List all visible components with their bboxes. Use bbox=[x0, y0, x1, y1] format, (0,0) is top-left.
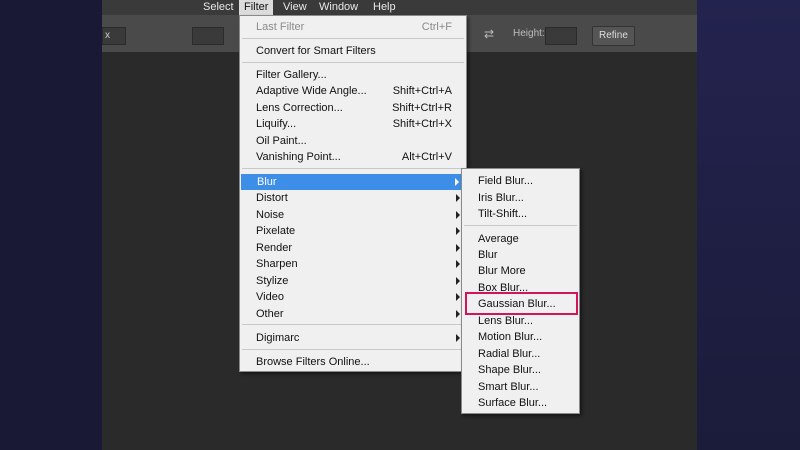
menu-view[interactable]: View bbox=[278, 0, 312, 15]
menu-item-filter-gallery[interactable]: Filter Gallery... bbox=[240, 67, 466, 83]
menu-item-pixelate[interactable]: Pixelate bbox=[240, 223, 466, 239]
menu-item-sharpen[interactable]: Sharpen bbox=[240, 256, 466, 272]
background-left bbox=[0, 0, 102, 450]
height-label: Height: bbox=[513, 28, 545, 39]
menu-item-oil-paint[interactable]: Oil Paint... bbox=[240, 133, 466, 149]
menu-separator bbox=[464, 225, 577, 226]
menu-item-distort[interactable]: Distort bbox=[240, 190, 466, 206]
menu-item-stylize[interactable]: Stylize bbox=[240, 273, 466, 289]
submenu-arrow-icon bbox=[456, 277, 460, 285]
menu-item-liquify[interactable]: Liquify... Shift+Ctrl+X bbox=[240, 116, 466, 132]
menu-select[interactable]: Select bbox=[198, 0, 239, 15]
width-field[interactable]: x bbox=[102, 27, 126, 45]
submenu-item-average[interactable]: Average bbox=[462, 231, 579, 247]
submenu-item-smart-blur[interactable]: Smart Blur... bbox=[462, 379, 579, 395]
submenu-arrow-icon bbox=[456, 244, 460, 252]
blur-submenu: Field Blur... Iris Blur... Tilt-Shift...… bbox=[461, 168, 580, 414]
submenu-item-shape-blur[interactable]: Shape Blur... bbox=[462, 362, 579, 378]
submenu-arrow-icon bbox=[456, 227, 460, 235]
background-right bbox=[697, 0, 800, 450]
menu-item-blur[interactable]: Blur bbox=[241, 174, 465, 190]
swap-icon[interactable]: ⇄ bbox=[484, 27, 494, 41]
menu-item-adaptive-wide-angle[interactable]: Adaptive Wide Angle... Shift+Ctrl+A bbox=[240, 83, 466, 99]
filter-menu: Last Filter Ctrl+F Convert for Smart Fil… bbox=[239, 15, 467, 372]
menu-separator bbox=[242, 324, 464, 325]
submenu-arrow-icon bbox=[456, 334, 460, 342]
submenu-item-blur-more[interactable]: Blur More bbox=[462, 263, 579, 279]
submenu-arrow-icon bbox=[456, 260, 460, 268]
submenu-item-blur[interactable]: Blur bbox=[462, 247, 579, 263]
submenu-item-iris-blur[interactable]: Iris Blur... bbox=[462, 190, 579, 206]
menu-item-browse-filters-online[interactable]: Browse Filters Online... bbox=[240, 354, 466, 370]
menu-item-noise[interactable]: Noise bbox=[240, 207, 466, 223]
menu-window[interactable]: Window bbox=[314, 0, 363, 15]
menu-bar: Select Filter View Window Help bbox=[102, 0, 697, 15]
menu-separator bbox=[242, 168, 464, 169]
submenu-item-field-blur[interactable]: Field Blur... bbox=[462, 173, 579, 189]
annotation-highlight-box bbox=[465, 292, 578, 315]
options-field[interactable] bbox=[192, 27, 224, 45]
menu-item-vanishing-point[interactable]: Vanishing Point... Alt+Ctrl+V bbox=[240, 149, 466, 165]
submenu-arrow-icon bbox=[456, 194, 460, 202]
submenu-item-tilt-shift[interactable]: Tilt-Shift... bbox=[462, 206, 579, 222]
submenu-item-radial-blur[interactable]: Radial Blur... bbox=[462, 346, 579, 362]
menu-item-convert-smart-filters[interactable]: Convert for Smart Filters bbox=[240, 43, 466, 59]
menu-item-last-filter: Last Filter Ctrl+F bbox=[256, 21, 452, 33]
menu-item-other[interactable]: Other bbox=[240, 306, 466, 322]
submenu-arrow-icon bbox=[456, 310, 460, 318]
menu-separator bbox=[242, 38, 464, 39]
menu-filter[interactable]: Filter bbox=[239, 0, 274, 15]
submenu-arrow-icon bbox=[456, 211, 460, 219]
menu-item-digimarc[interactable]: Digimarc bbox=[240, 330, 466, 346]
refine-button[interactable]: Refine bbox=[592, 26, 635, 46]
menu-separator bbox=[242, 62, 464, 63]
submenu-item-surface-blur[interactable]: Surface Blur... bbox=[462, 395, 579, 411]
menu-item-video[interactable]: Video bbox=[240, 289, 466, 305]
menu-item-render[interactable]: Render bbox=[240, 240, 466, 256]
submenu-arrow-icon bbox=[456, 293, 460, 301]
menu-help[interactable]: Help bbox=[368, 0, 401, 15]
submenu-item-motion-blur[interactable]: Motion Blur... bbox=[462, 329, 579, 345]
submenu-item-lens-blur[interactable]: Lens Blur... bbox=[462, 313, 579, 329]
submenu-arrow-icon bbox=[455, 178, 459, 186]
menu-separator bbox=[242, 349, 464, 350]
menu-item-lens-correction[interactable]: Lens Correction... Shift+Ctrl+R bbox=[240, 100, 466, 116]
height-field[interactable] bbox=[545, 27, 577, 45]
